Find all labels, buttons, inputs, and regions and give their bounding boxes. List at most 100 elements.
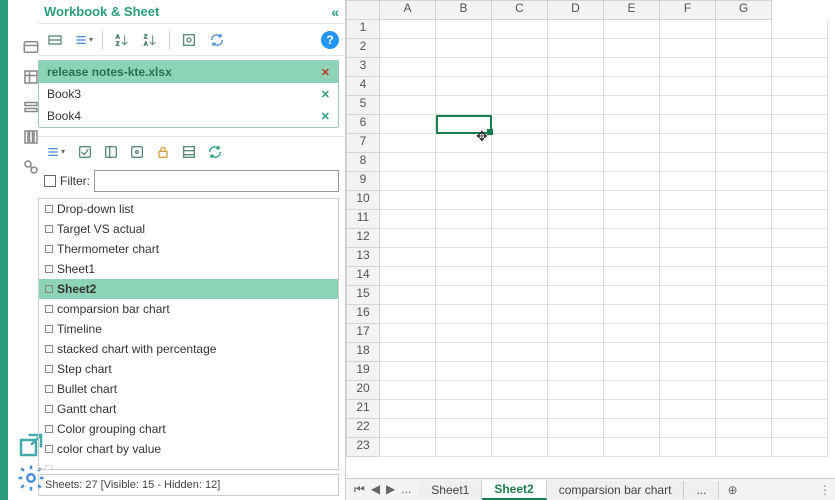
cell[interactable] (772, 419, 828, 438)
cell[interactable] (604, 381, 660, 400)
cell[interactable] (604, 305, 660, 324)
cell[interactable] (660, 210, 716, 229)
row-header[interactable]: 3 (346, 58, 380, 77)
cell[interactable] (380, 400, 436, 419)
column-header[interactable]: G (716, 0, 772, 20)
row-header[interactable]: 13 (346, 248, 380, 267)
cell[interactable] (380, 343, 436, 362)
row-header[interactable]: 19 (346, 362, 380, 381)
tools-icon[interactable] (178, 29, 200, 51)
cell[interactable] (548, 343, 604, 362)
cell[interactable] (492, 115, 548, 134)
cell[interactable] (492, 248, 548, 267)
cell[interactable] (548, 134, 604, 153)
cell[interactable] (436, 172, 492, 191)
cell[interactable] (492, 438, 548, 457)
row-header[interactable]: 16 (346, 305, 380, 324)
cell[interactable] (380, 381, 436, 400)
cell[interactable] (436, 229, 492, 248)
cell[interactable] (436, 438, 492, 457)
cell[interactable] (604, 248, 660, 267)
sheet-item[interactable]: Bullet chart (39, 379, 338, 399)
cell[interactable] (716, 343, 772, 362)
cell[interactable] (436, 400, 492, 419)
cell[interactable] (380, 115, 436, 134)
column-header[interactable]: E (604, 0, 660, 20)
sheet-tool4-icon[interactable] (178, 141, 200, 163)
cell[interactable] (716, 191, 772, 210)
cell[interactable] (772, 115, 828, 134)
cell[interactable] (492, 362, 548, 381)
cell[interactable] (604, 229, 660, 248)
cell[interactable] (380, 286, 436, 305)
cell[interactable] (492, 191, 548, 210)
cell[interactable] (772, 39, 828, 58)
cell[interactable] (772, 267, 828, 286)
row-header[interactable]: 1 (346, 20, 380, 39)
row-header[interactable]: 11 (346, 210, 380, 229)
column-header[interactable]: B (436, 0, 492, 20)
cell[interactable] (492, 419, 548, 438)
cell[interactable] (380, 362, 436, 381)
cell[interactable] (716, 438, 772, 457)
view-mode-icon[interactable] (44, 29, 66, 51)
cell[interactable] (604, 191, 660, 210)
cell[interactable] (716, 248, 772, 267)
cell[interactable] (604, 39, 660, 58)
cell[interactable] (492, 381, 548, 400)
row-header[interactable]: 17 (346, 324, 380, 343)
cell[interactable] (772, 324, 828, 343)
cell[interactable] (436, 20, 492, 39)
cell[interactable] (492, 20, 548, 39)
sheet-item[interactable]: Step chart (39, 359, 338, 379)
close-icon[interactable]: ✕ (321, 88, 330, 101)
sheet-tab[interactable]: Sheet1 (419, 481, 482, 499)
cell[interactable] (660, 20, 716, 39)
sheet-item[interactable]: color chart by value (39, 439, 338, 459)
cell[interactable] (492, 324, 548, 343)
row-header[interactable]: 6 (346, 115, 380, 134)
cell[interactable] (548, 381, 604, 400)
tab-bar-menu-icon[interactable]: ⋮ (819, 483, 835, 497)
cell[interactable] (716, 210, 772, 229)
tab-nav-prev-icon[interactable]: ◀ (369, 482, 382, 497)
find-replace-icon[interactable] (16, 152, 46, 182)
sheet-tab[interactable]: Sheet2 (482, 480, 546, 500)
cell[interactable] (660, 267, 716, 286)
cell[interactable] (492, 400, 548, 419)
sheet-tool1-icon[interactable] (74, 141, 96, 163)
row-header[interactable]: 12 (346, 229, 380, 248)
cell[interactable] (716, 324, 772, 343)
cell[interactable] (660, 400, 716, 419)
cell[interactable] (436, 267, 492, 286)
cell[interactable] (660, 343, 716, 362)
cell[interactable] (548, 210, 604, 229)
cell[interactable] (772, 153, 828, 172)
cell[interactable] (548, 362, 604, 381)
tab-nav-next-icon[interactable]: ▶ (384, 482, 397, 497)
cell[interactable] (492, 305, 548, 324)
sheet-item[interactable]: Drop-down list (39, 199, 338, 219)
cell[interactable] (716, 20, 772, 39)
cell[interactable] (436, 96, 492, 115)
cell[interactable] (548, 400, 604, 419)
filter-input[interactable] (94, 170, 339, 192)
help-icon[interactable]: ? (321, 31, 339, 49)
cell[interactable] (716, 96, 772, 115)
row-header[interactable]: 10 (346, 191, 380, 210)
cell[interactable] (660, 381, 716, 400)
cell[interactable] (436, 248, 492, 267)
cell[interactable] (380, 77, 436, 96)
sheet-item[interactable]: Gantt chart (39, 399, 338, 419)
cell[interactable] (436, 305, 492, 324)
cell[interactable] (604, 20, 660, 39)
sheet-item[interactable]: Target VS actual (39, 219, 338, 239)
cell[interactable] (380, 153, 436, 172)
cell[interactable] (492, 39, 548, 58)
cell[interactable] (436, 134, 492, 153)
cell[interactable] (380, 210, 436, 229)
cell[interactable] (716, 153, 772, 172)
tab-nav-first-icon[interactable]: ⏮ (352, 482, 367, 497)
sheet-item[interactable]: Thermometer chart (39, 239, 338, 259)
cell[interactable] (492, 77, 548, 96)
